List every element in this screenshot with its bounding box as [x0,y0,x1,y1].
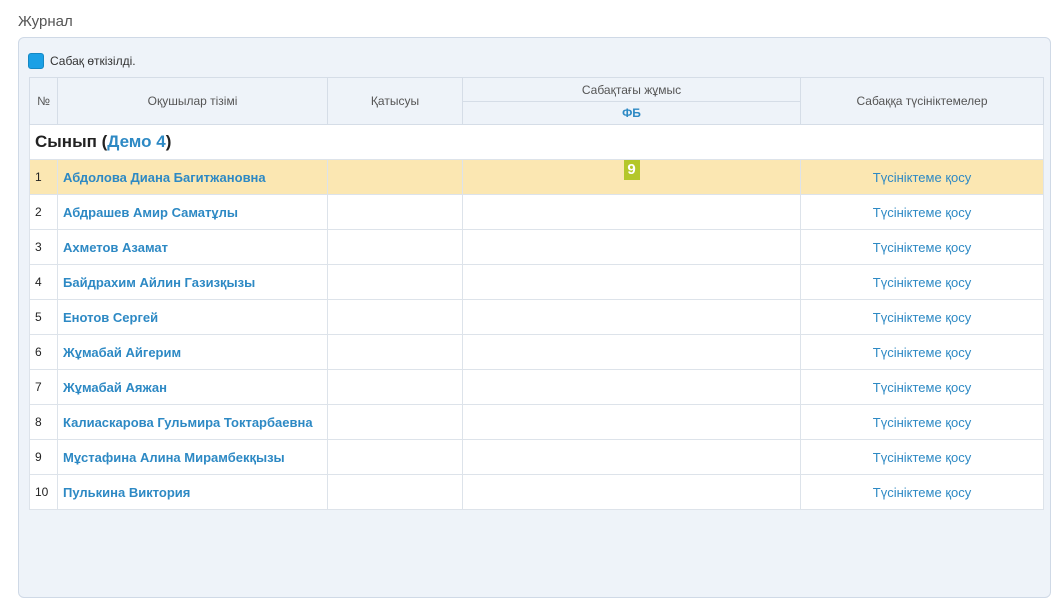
grade-cell[interactable] [462,334,801,370]
attendance-cell[interactable] [327,229,463,265]
grade-cell[interactable] [462,299,801,335]
add-comment-link[interactable]: Түсініктеме қосу [800,264,1044,300]
attendance-cell[interactable] [327,474,463,510]
student-name-link[interactable]: Байдрахим Айлин Газизқызы [57,264,328,300]
grade-cell[interactable] [462,369,801,405]
attendance-cell[interactable] [327,159,463,195]
row-number: 5 [29,299,58,335]
student-name-link[interactable]: Ахметов Азамат [57,229,328,265]
student-name-link[interactable]: Жұмабай Айгерим [57,334,328,370]
table-row: 9 Мұстафина Алина Мирамбекқызы Түсініктеме… [29,439,1044,475]
attendance-cell[interactable] [327,369,463,405]
student-name-link[interactable]: Пулькина Виктория [57,474,328,510]
journal-table: № Оқушылар тізімі Қатысуы Сабақтағы жұмы… [29,77,1044,510]
add-comment-link[interactable]: Түсініктеме қосу [800,439,1044,475]
header-attendance: Қатысуы [327,77,463,125]
header-comments: Сабаққа түсініктемелер [800,77,1044,125]
attendance-cell[interactable] [327,264,463,300]
row-number: 8 [29,404,58,440]
add-comment-link[interactable]: Түсініктеме қосу [800,229,1044,265]
header-lesson-work: Сабақтағы жұмыс [462,77,801,102]
attendance-cell[interactable] [327,439,463,475]
table-row: 6 Жұмабай Айгерим Түсініктеме қосу [29,334,1044,370]
table-row: 2 Абдрашев Амир Саматұлы Түсініктеме қосу [29,194,1044,230]
journal-panel: Сабақ өткізілді. № Оқушылар тізімі Қатыс… [18,37,1051,598]
row-number: 1 [29,159,58,195]
legend: Сабақ өткізілді. [28,52,136,70]
student-name-link[interactable]: Абдолова Диана Багитжановна [57,159,328,195]
grade-cell[interactable]: 9 [462,159,801,195]
class-title: Сынып (Демо 4) [29,124,1044,160]
grade-cell[interactable] [462,474,801,510]
add-comment-link[interactable]: Түсініктеме қосу [800,299,1044,335]
row-number: 7 [29,369,58,405]
legend-label: Сабақ өткізілді. [50,54,136,68]
student-name-link[interactable]: Абдрашев Амир Саматұлы [57,194,328,230]
attendance-cell[interactable] [327,334,463,370]
add-comment-link[interactable]: Түсініктеме қосу [800,159,1044,195]
row-number: 6 [29,334,58,370]
table-row: 8 Калиаскарова Гульмира Токтарбаевна Түсін… [29,404,1044,440]
table-row: 7 Жұмабай Аяжан Түсініктеме қосу [29,369,1044,405]
grade-badge[interactable]: 9 [623,160,640,180]
table-row: 4 Байдрахим Айлин Газизқызы Түсініктеме қо… [29,264,1044,300]
table-row: 1 Абдолова Диана Багитжановна 9 Түсініктеме… [29,159,1044,195]
add-comment-link[interactable]: Түсініктеме қосу [800,194,1044,230]
class-row: Сынып (Демо 4) [29,124,1044,160]
grade-cell[interactable] [462,264,801,300]
grade-cell[interactable] [462,439,801,475]
attendance-cell[interactable] [327,404,463,440]
header-fb-column[interactable]: ФБ [462,101,801,125]
class-name-link[interactable]: Демо 4 [107,132,165,151]
student-name-link[interactable]: Жұмабай Аяжан [57,369,328,405]
grade-cell[interactable] [462,404,801,440]
student-name-link[interactable]: Мұстафина Алина Мирамбекқызы [57,439,328,475]
student-name-link[interactable]: Калиаскарова Гульмира Токтарбаевна [57,404,328,440]
add-comment-link[interactable]: Түсініктеме қосу [800,474,1044,510]
grade-cell[interactable] [462,229,801,265]
table-row: 10 Пулькина Виктория Түсініктеме қосу [29,474,1044,510]
table-row: 3 Ахметов Азамат Түсініктеме қосу [29,229,1044,265]
add-comment-link[interactable]: Түсініктеме қосу [800,404,1044,440]
row-number: 2 [29,194,58,230]
row-number: 9 [29,439,58,475]
row-number: 4 [29,264,58,300]
table-row: 5 Енотов Сергей Түсініктеме қосу [29,299,1044,335]
row-number: 10 [29,474,58,510]
add-comment-link[interactable]: Түсініктеме қосу [800,334,1044,370]
class-label: Сынып [35,132,97,151]
grade-cell[interactable] [462,194,801,230]
attendance-cell[interactable] [327,194,463,230]
attendance-cell[interactable] [327,299,463,335]
student-name-link[interactable]: Енотов Сергей [57,299,328,335]
lesson-held-swatch [28,53,44,69]
page-title: Журнал [18,13,73,30]
header-num: № [29,77,58,125]
row-number: 3 [29,229,58,265]
header-students: Оқушылар тізімі [57,77,328,125]
add-comment-link[interactable]: Түсініктеме қосу [800,369,1044,405]
